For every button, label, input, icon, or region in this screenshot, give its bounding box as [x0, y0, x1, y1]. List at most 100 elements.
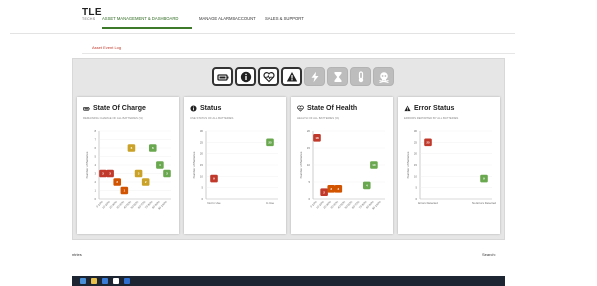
- y-tick-label: 5: [201, 186, 203, 190]
- data-point[interactable]: 4: [362, 181, 371, 190]
- y-tick-label: 20: [200, 152, 204, 156]
- card-subtitle: HEALTH OF ALL BATTERIES (%): [297, 116, 340, 120]
- nav-account[interactable]: ACCOUNT: [235, 16, 256, 21]
- card-title-text: Error Status: [414, 105, 455, 112]
- card-subtitle: ERRORS REPORTED BY ALL BATTERIES: [404, 116, 459, 120]
- warning-icon: [404, 105, 411, 112]
- skull-filter-button[interactable]: [373, 67, 394, 86]
- active-nav-indicator: [102, 27, 192, 29]
- data-point[interactable]: 2: [320, 188, 328, 196]
- y-tick-label: 0: [201, 197, 203, 201]
- card-subtitle: USE STATUS OF ALL BATTERIES: [190, 116, 234, 120]
- nav-manage-alarms[interactable]: MANAGE ALARMS: [199, 16, 235, 21]
- data-label: 25: [268, 140, 272, 144]
- card-title-text: State Of Charge: [93, 105, 146, 112]
- entries-label: ntries: [72, 252, 82, 257]
- card-title: Status: [190, 105, 221, 112]
- y-tick-label: 4: [94, 163, 96, 167]
- y-tick-label: 25: [414, 140, 418, 144]
- y-tick-label: 20: [414, 152, 418, 156]
- lightning-filter-button[interactable]: [304, 67, 325, 86]
- browser-icon[interactable]: [113, 278, 119, 284]
- y-tick-label: 0: [308, 197, 310, 201]
- data-point[interactable]: 25: [424, 138, 432, 147]
- data-point[interactable]: 25: [266, 138, 274, 147]
- y-tick-label: 3: [94, 172, 96, 176]
- store-icon[interactable]: [102, 278, 108, 284]
- card-title: Error Status: [404, 105, 454, 112]
- hourglass-icon: [334, 71, 341, 82]
- y-axis-label: Number of Batteries: [192, 151, 196, 178]
- data-label: 10: [372, 163, 376, 167]
- data-point[interactable]: 1: [120, 186, 129, 195]
- data-point[interactable]: 9: [210, 174, 218, 183]
- start-icon[interactable]: [80, 278, 86, 284]
- y-tick-label: 7: [94, 138, 96, 142]
- heart-pulse-filter-button[interactable]: [258, 67, 279, 86]
- card-title-text: Status: [200, 105, 222, 112]
- thermometer-filter-button[interactable]: [350, 67, 371, 86]
- y-tick-label: 8: [94, 129, 96, 133]
- y-tick-label: 6: [94, 146, 96, 150]
- mail-icon[interactable]: [124, 278, 130, 284]
- data-label: 18: [315, 136, 319, 140]
- logo[interactable]: TLE TECHS: [82, 8, 102, 22]
- y-tick-label: 20: [307, 129, 311, 133]
- table-header: [72, 268, 505, 276]
- data-label: 25: [426, 140, 430, 144]
- battery-icon: [83, 106, 90, 111]
- data-point[interactable]: 10: [370, 161, 378, 169]
- file-explorer-icon[interactable]: [91, 278, 97, 284]
- warning-filter-button[interactable]: [281, 67, 302, 86]
- sub-header: Asset Event Log: [82, 40, 515, 54]
- hourglass-filter-button[interactable]: [327, 67, 348, 86]
- y-tick-label: 1: [94, 189, 96, 193]
- data-point[interactable]: 3: [163, 169, 171, 178]
- chart-svg: 05101520Number of Batteries0-10%10-20%20…: [299, 129, 385, 211]
- card-error-status: Error Status ERRORS REPORTED BY ALL BATTE…: [398, 97, 500, 234]
- y-tick-label: 5: [94, 155, 96, 159]
- y-tick-label: 2: [94, 180, 96, 184]
- entries-control[interactable]: ntries: [72, 252, 82, 257]
- nav-asset-management[interactable]: ASSET MANAGEMENT & DASHBOARD: [102, 16, 178, 21]
- top-navigation: TLE TECHS ASSET MANAGEMENT & DASHBOARD MA…: [10, 0, 515, 34]
- y-tick-label: 15: [307, 146, 311, 150]
- card-state-of-health: State Of Health HEALTH OF ALL BATTERIES (…: [291, 97, 393, 234]
- data-point[interactable]: 9: [480, 174, 488, 183]
- y-axis-label: Number of Batteries: [406, 151, 410, 178]
- data-point[interactable]: 3: [134, 169, 143, 178]
- y-tick-label: 30: [200, 129, 204, 133]
- chart-svg: 012345678Number of Batteries0-10%10-20%2…: [85, 129, 171, 211]
- x-tick-label: Errors Detected: [418, 201, 438, 205]
- y-tick-label: 30: [414, 129, 418, 133]
- data-point[interactable]: 4: [156, 161, 164, 169]
- info-icon: [190, 105, 197, 112]
- data-point[interactable]: 6: [127, 144, 136, 152]
- heart-pulse-icon: [262, 71, 275, 82]
- search-label: Search:: [482, 252, 496, 257]
- nav-sales-support[interactable]: SALES & SUPPORT: [265, 16, 304, 21]
- filter-toolbar: [212, 67, 394, 86]
- card-state-of-charge: State Of Charge REMAINING CHARGE OF ALL B…: [77, 97, 179, 234]
- data-point[interactable]: 3: [99, 169, 107, 178]
- data-point[interactable]: 6: [148, 144, 157, 152]
- y-axis-label: Number of Batteries: [85, 151, 89, 178]
- y-tick-label: 10: [200, 174, 204, 178]
- battery-filter-button[interactable]: [212, 67, 233, 86]
- data-point[interactable]: 3: [334, 185, 343, 193]
- info-filter-button[interactable]: [235, 67, 256, 86]
- x-tick-label: Not In Use: [207, 201, 221, 205]
- data-point[interactable]: 2: [141, 178, 150, 186]
- data-point[interactable]: 3: [327, 185, 336, 193]
- chart-svg: 0 5 10 15 20 25 30 Number of Batteries Errors De…: [406, 129, 496, 205]
- y-tick-label: 10: [307, 163, 311, 167]
- asset-event-log-link[interactable]: Asset Event Log: [92, 45, 121, 50]
- skull-icon: [378, 71, 389, 83]
- data-point[interactable]: 3: [106, 169, 114, 178]
- y-tick-label: 15: [414, 163, 418, 167]
- x-tick-label: No Errors Detected: [472, 201, 496, 205]
- y-tick-label: 10: [414, 174, 418, 178]
- data-point[interactable]: 2: [113, 178, 122, 186]
- data-point[interactable]: 18: [313, 134, 321, 142]
- thermometer-icon: [358, 70, 363, 82]
